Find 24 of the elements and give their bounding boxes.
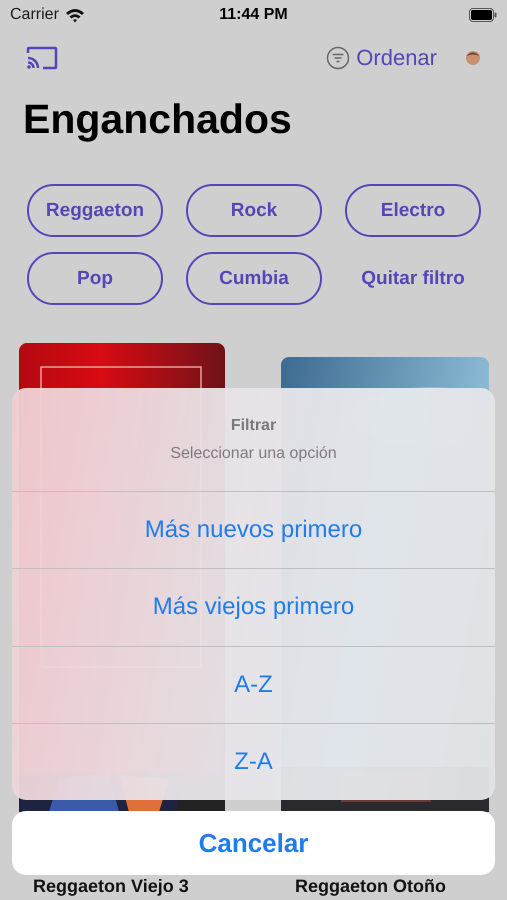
album-title: Reggaeton Viejo 3 xyxy=(32,876,190,896)
page-title: Enganchados xyxy=(23,95,293,144)
avatar-icon[interactable] xyxy=(465,50,481,66)
sheet-option[interactable]: A-Z xyxy=(12,646,495,724)
genre-chip[interactable]: Pop xyxy=(27,252,163,305)
carrier-name: Carrier xyxy=(10,6,59,24)
genre-chip[interactable]: Electro xyxy=(345,184,481,237)
clear-filter-link[interactable]: Quitar filtro xyxy=(345,252,481,305)
sheet-message: Seleccionar una opción xyxy=(170,444,337,462)
sheet-option[interactable]: Z-A xyxy=(12,724,495,800)
wifi-icon xyxy=(64,8,85,22)
status-time: 11:44 PM xyxy=(219,6,288,23)
album-title: Reggaeton Otoño xyxy=(294,876,447,896)
sheet-option[interactable]: Más viejos primero xyxy=(12,569,495,646)
genre-chip[interactable]: Rock xyxy=(186,184,322,237)
filter-icon xyxy=(326,46,350,70)
cancel-button[interactable]: Cancelar xyxy=(12,811,495,875)
sheet-option[interactable]: Más nuevos primero xyxy=(12,492,495,570)
genre-chip[interactable]: Cumbia xyxy=(186,252,322,305)
cast-icon[interactable] xyxy=(26,46,58,70)
sort-button[interactable]: Ordenar xyxy=(326,45,437,71)
battery-icon xyxy=(469,8,497,22)
sheet-title: Filtrar xyxy=(230,416,276,434)
genre-chip[interactable]: Reggaeton xyxy=(27,184,163,237)
